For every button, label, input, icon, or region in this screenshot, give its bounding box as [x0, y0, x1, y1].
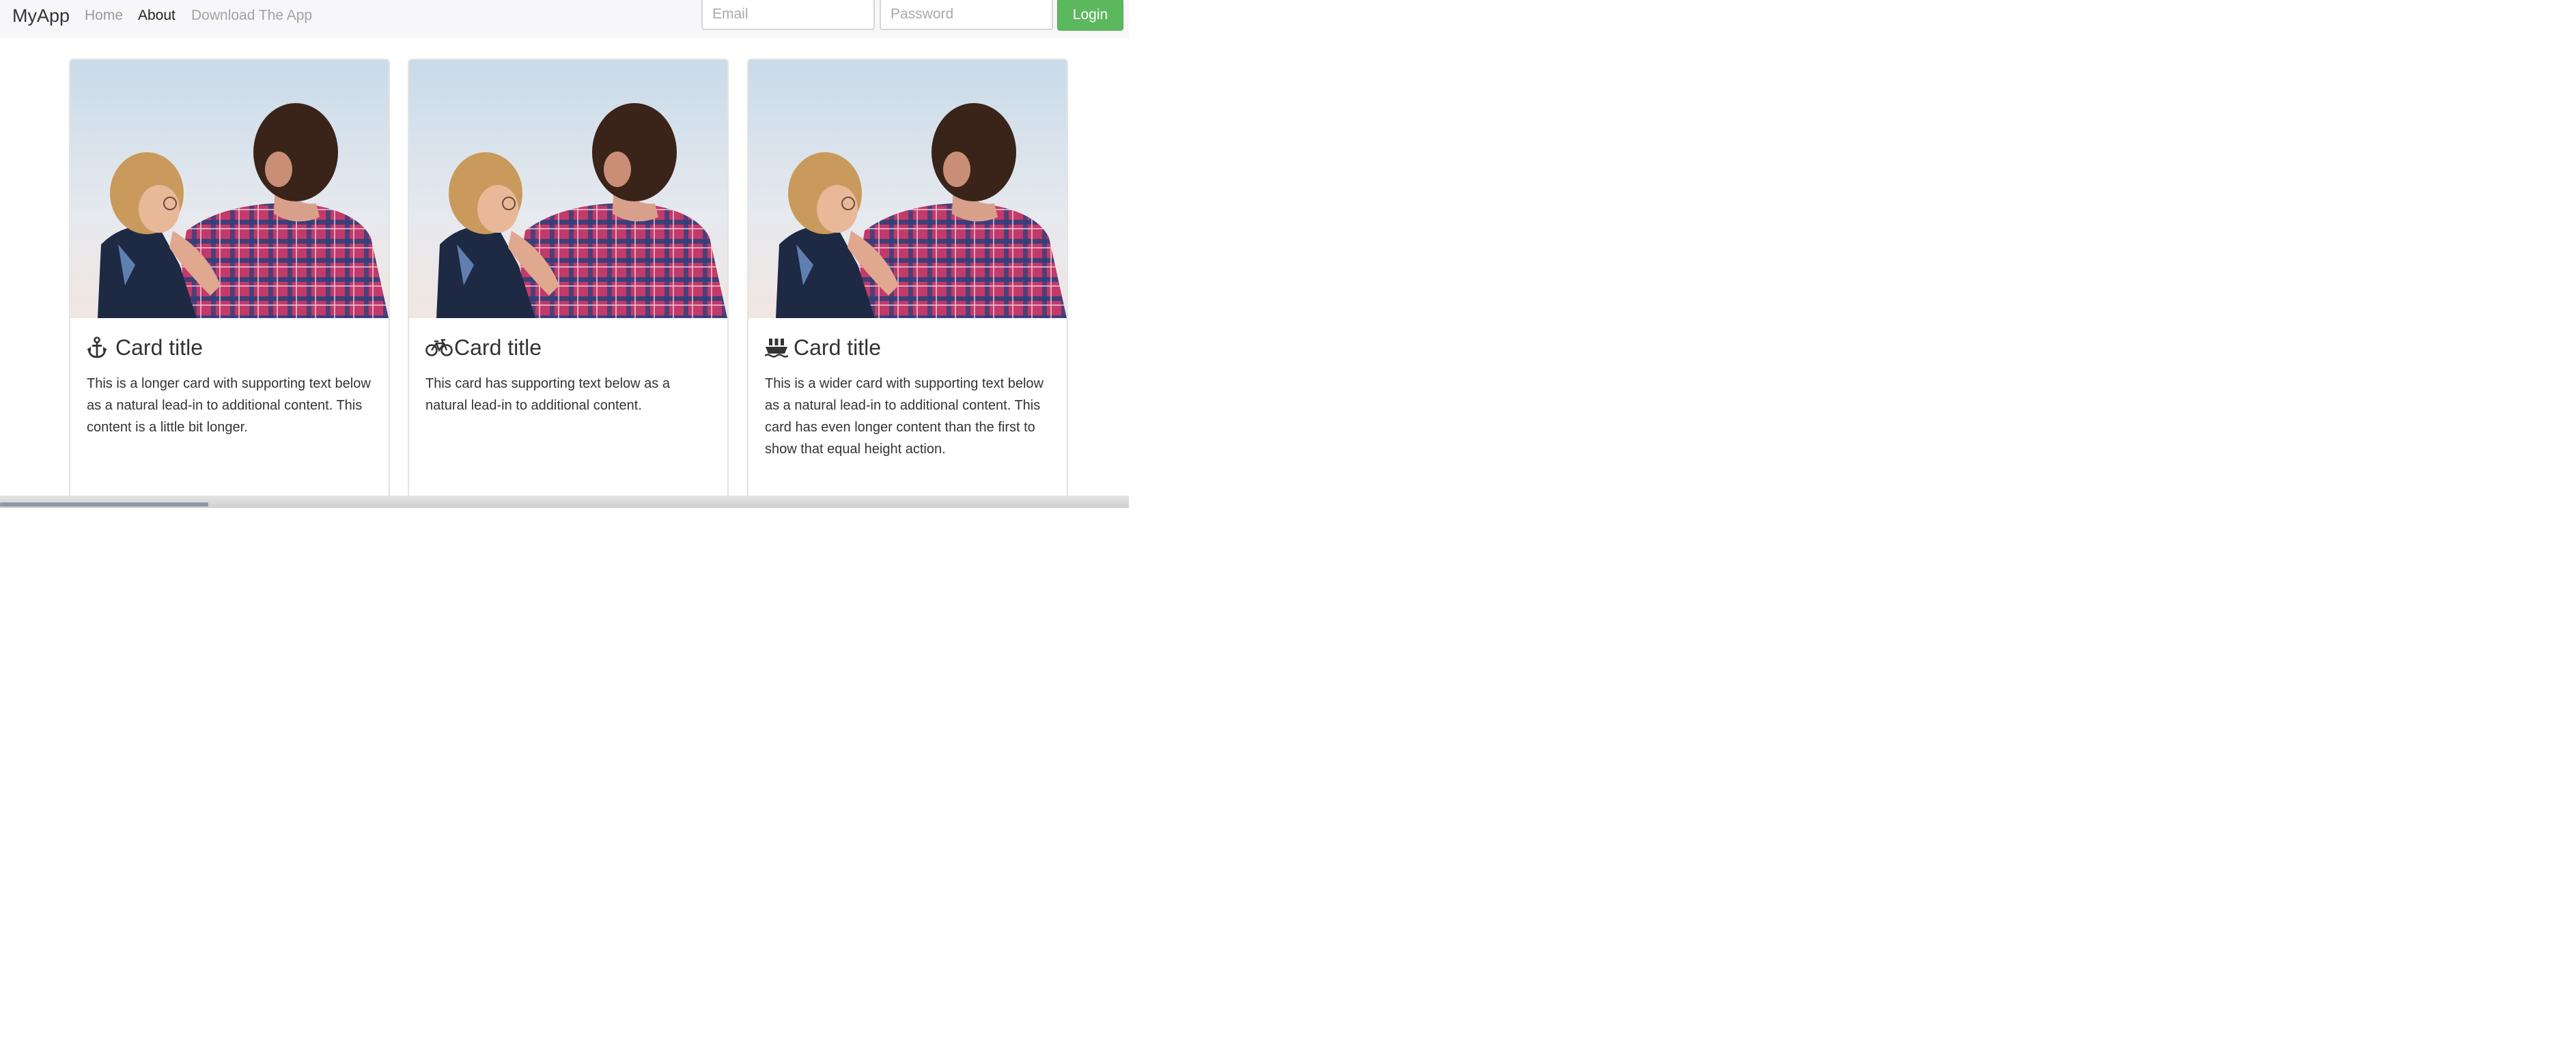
email-input[interactable]	[701, 0, 875, 30]
card-title: Card title	[794, 334, 882, 360]
card-image	[70, 60, 389, 318]
card: Card title This is a longer card with su…	[69, 59, 390, 497]
card-image	[409, 60, 727, 318]
card-title-row: Card title	[87, 333, 374, 362]
card-title-row: Card title	[425, 333, 712, 362]
card-text: This is a wider card with supporting tex…	[765, 376, 1044, 457]
card-body: Card title This card has supporting text…	[425, 333, 712, 416]
scrollbar-thumb[interactable]	[0, 502, 208, 507]
card-text: This is a longer card with supporting te…	[87, 376, 371, 435]
ship-icon	[765, 335, 792, 360]
nav-link-about[interactable]: About	[138, 6, 176, 25]
card: Card title This card has supporting text…	[408, 59, 729, 497]
card-title: Card title	[115, 334, 204, 360]
page: MyApp Home About Download The App Login	[0, 0, 2576, 1054]
card-body: Card title This is a wider card with sup…	[765, 333, 1052, 460]
card-title-row: Card title	[765, 333, 1052, 362]
card-text: This card has supporting text below as a…	[425, 376, 670, 413]
card-title: Card title	[454, 334, 542, 360]
bicycle-icon	[425, 335, 453, 360]
card: Card title This is a wider card with sup…	[747, 59, 1068, 497]
card-body: Card title This is a longer card with su…	[87, 333, 374, 438]
login-button[interactable]: Login	[1057, 0, 1123, 31]
nav-link-home[interactable]: Home	[85, 6, 123, 25]
anchor-icon	[87, 335, 114, 360]
password-input[interactable]	[880, 0, 1053, 30]
navbar: MyApp Home About Download The App Login	[0, 0, 1129, 38]
card-image	[748, 60, 1067, 318]
horizontal-scrollbar[interactable]	[0, 496, 1129, 508]
nav-link-download[interactable]: Download The App	[191, 6, 312, 25]
brand-link[interactable]: MyApp	[12, 4, 70, 27]
